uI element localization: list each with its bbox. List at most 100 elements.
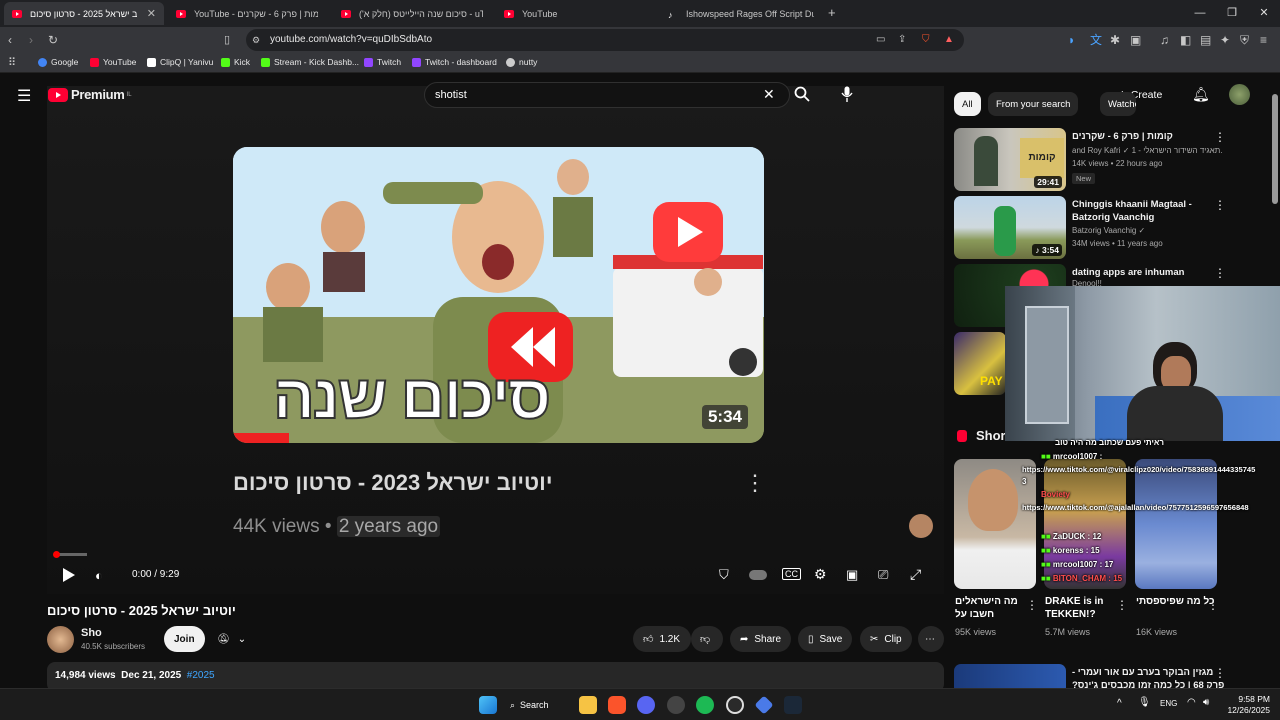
tab-ishowspeed[interactable]: ♪ Ishowspeed Rages Off Script During xyxy=(660,2,822,25)
sponsor-shield-icon[interactable]: ⛉ xyxy=(719,567,729,583)
notifications-bell-icon[interactable]: 🔔︎ xyxy=(1192,86,1210,103)
restore-icon[interactable]: ❐ xyxy=(1216,0,1248,27)
more-vertical-icon[interactable]: ⋮ xyxy=(1116,598,1128,612)
short-title[interactable]: DRAKE is in TEKKEN!? xyxy=(1045,595,1125,621)
app-diamond-icon[interactable] xyxy=(754,695,774,715)
close-window-icon[interactable]: ✕ xyxy=(1248,0,1280,27)
spotify-icon[interactable] xyxy=(696,696,714,714)
app-icon[interactable] xyxy=(667,696,685,714)
bookmark-twitch[interactable]: Twitch xyxy=(364,57,401,67)
bookmark-nutty[interactable]: nutty xyxy=(506,57,537,67)
account-avatar[interactable] xyxy=(1229,84,1250,105)
discord-icon[interactable] xyxy=(637,696,655,714)
more-vertical-icon[interactable]: ⋮ xyxy=(1207,598,1219,612)
site-info-icon[interactable]: ⚙ xyxy=(252,33,260,47)
speaker-icon[interactable]: 🔊︎ xyxy=(1203,697,1209,708)
tab-youtube[interactable]: YouTube xyxy=(496,2,658,25)
leo-ai-icon[interactable]: ✦ xyxy=(1220,33,1230,47)
short-title[interactable]: מה הישראלים חשבו על xyxy=(955,595,1035,621)
channel-watermark-avatar[interactable] xyxy=(909,514,933,538)
apps-grid-icon[interactable]: ⠿ xyxy=(8,56,16,70)
dislike-button[interactable]: 👎︎ xyxy=(691,626,723,652)
system-clock[interactable]: 9:58 PM 12/26/2025 xyxy=(1227,694,1270,716)
like-button[interactable]: 👍︎ 1.2K xyxy=(633,626,691,652)
recommendation-item[interactable]: ♪ 3:54 Chinggis khaanii Magtaal - Batzor… xyxy=(954,196,1270,260)
chip-watched[interactable]: Watched xyxy=(1100,92,1136,116)
clip-button[interactable]: ✂ Clip xyxy=(860,626,912,652)
menu-icon[interactable]: ≡ xyxy=(1260,33,1267,47)
rec-thumbnail[interactable] xyxy=(954,664,1066,688)
bookmark-google[interactable]: Google xyxy=(38,57,78,67)
bookmark-kick-dashboard[interactable]: Stream - Kick Dashb... xyxy=(261,57,359,67)
vpn-icon[interactable]: ⛨ xyxy=(1240,33,1249,47)
language-indicator[interactable]: ENG xyxy=(1160,699,1177,708)
wifi-icon[interactable]: ◠ xyxy=(1187,697,1196,708)
rec-title[interactable]: קומות | פרק 6 - שקרנים xyxy=(1072,130,1232,143)
channel-name[interactable]: Sho xyxy=(81,627,102,639)
translate-icon[interactable]: 文 xyxy=(1090,33,1102,47)
autoplay-toggle[interactable] xyxy=(749,570,767,580)
taskbar-search[interactable]: ⌕ Search xyxy=(510,695,549,715)
bookmark-icon[interactable]: ▯ xyxy=(224,33,230,47)
rec-thumbnail[interactable]: קומות 29:41 xyxy=(954,128,1066,191)
clear-search-icon[interactable]: ✕ xyxy=(763,86,775,103)
tab-komot[interactable]: YouTube - קומות | פרק 6 - שקרנים xyxy=(168,2,330,25)
more-actions-button[interactable]: ⋯ xyxy=(918,626,944,652)
recommendation-item[interactable]: מגזין הבוקר בערב עם אור ועמרי - פרק 68 |… xyxy=(954,664,1270,688)
extensions-puzzle-icon[interactable]: ✱ xyxy=(1110,33,1120,47)
windows-start-icon[interactable] xyxy=(479,696,497,714)
endcard-more-icon[interactable]: ⋮ xyxy=(744,470,766,496)
voice-search-icon[interactable] xyxy=(841,86,853,103)
bookmark-kick[interactable]: Kick xyxy=(221,57,250,67)
fullscreen-icon[interactable]: ⤢ xyxy=(910,566,921,583)
tab-highlights[interactable]: סיכום שנה היילייטס (חלק א') - uTube xyxy=(333,2,495,25)
video-player[interactable]: סיכום שנה 5:34 יוטיוב ישראל 2023 - סרטון… xyxy=(47,86,944,594)
minimize-icon[interactable]: — xyxy=(1184,0,1216,27)
brave-browser-icon[interactable] xyxy=(608,696,626,714)
wallet-icon[interactable]: ▤ xyxy=(1200,33,1211,47)
search-icon[interactable] xyxy=(794,86,810,102)
extension-icon[interactable]: ◗ xyxy=(1068,33,1075,47)
hashtag-link[interactable]: #2025 xyxy=(187,670,215,681)
more-vertical-icon[interactable]: ⋮ xyxy=(1214,666,1226,680)
url-text[interactable]: youtube.com/watch?v=quDIbSdbAto xyxy=(270,34,432,45)
miniplayer-icon[interactable]: ▣ xyxy=(846,567,858,583)
more-vertical-icon[interactable]: ⋮ xyxy=(1214,266,1226,280)
more-vertical-icon[interactable]: ⋮ xyxy=(1026,598,1038,612)
music-icon[interactable]: ♫ xyxy=(1160,33,1169,47)
share-button[interactable]: ➦ Share xyxy=(730,626,792,652)
progress-scrubber[interactable] xyxy=(53,551,60,558)
save-button[interactable]: ▯ Save xyxy=(798,626,853,652)
recommendation-item[interactable]: קומות 29:41 קומות | פרק 6 - שקרנים and R… xyxy=(954,128,1270,192)
forward-icon[interactable]: › xyxy=(29,33,33,47)
more-vertical-icon[interactable]: ⋮ xyxy=(1214,198,1226,212)
subscribed-bell-button[interactable]: 🔕︎ ⌄ xyxy=(207,626,257,652)
bookmark-twitch-dashboard[interactable]: Twitch - dashboard xyxy=(412,57,497,67)
rec-title[interactable]: מגזין הבוקר בערב עם אור ועמרי - פרק 68 |… xyxy=(1072,666,1232,688)
rec-thumbnail[interactable]: PAY xyxy=(954,332,1006,395)
address-bar[interactable]: ⚙ youtube.com/watch?v=quDIbSdbAto ▭ ⇪ ⛉ … xyxy=(246,29,964,51)
microphone-icon[interactable]: 🎙︎ xyxy=(1138,697,1151,708)
hamburger-menu-icon[interactable]: ☰ xyxy=(17,86,31,106)
bookmark-clipq[interactable]: ClipQ | Yanivu xyxy=(147,57,213,67)
file-explorer-icon[interactable] xyxy=(579,696,597,714)
endcard-thumbnail[interactable]: סיכום שנה 5:34 xyxy=(233,147,764,443)
rec-channel[interactable]: Batzorig Vaanchig ✓ xyxy=(1072,226,1145,235)
youtube-logo[interactable]: Premium IL xyxy=(48,87,132,102)
tab-active[interactable]: יוטיוב ישראל 2025 - סרטון סיכום ✕ xyxy=(4,2,164,25)
captions-icon[interactable]: CC xyxy=(782,568,801,580)
brave-shield-icon[interactable]: ⛉ xyxy=(922,33,930,47)
short-title[interactable]: כל מה שפיספסתי xyxy=(1136,595,1216,608)
chip-all[interactable]: All xyxy=(954,92,981,116)
bookmark-youtube[interactable]: YouTube xyxy=(90,57,136,67)
screenshot-icon[interactable]: ▣ xyxy=(1130,33,1141,47)
join-button[interactable]: Join xyxy=(164,626,205,652)
page-scrollbar[interactable] xyxy=(1272,94,1278,204)
install-icon[interactable]: ▭ xyxy=(876,33,885,47)
search-query[interactable]: shotist xyxy=(435,89,467,101)
settings-gear-icon[interactable]: ⚙ xyxy=(814,566,827,583)
chip-from-search[interactable]: From your search xyxy=(988,92,1079,116)
share-icon[interactable]: ⇪ xyxy=(898,33,906,47)
sidebar-icon[interactable]: ◧ xyxy=(1180,33,1191,47)
steam-icon[interactable] xyxy=(784,696,802,714)
